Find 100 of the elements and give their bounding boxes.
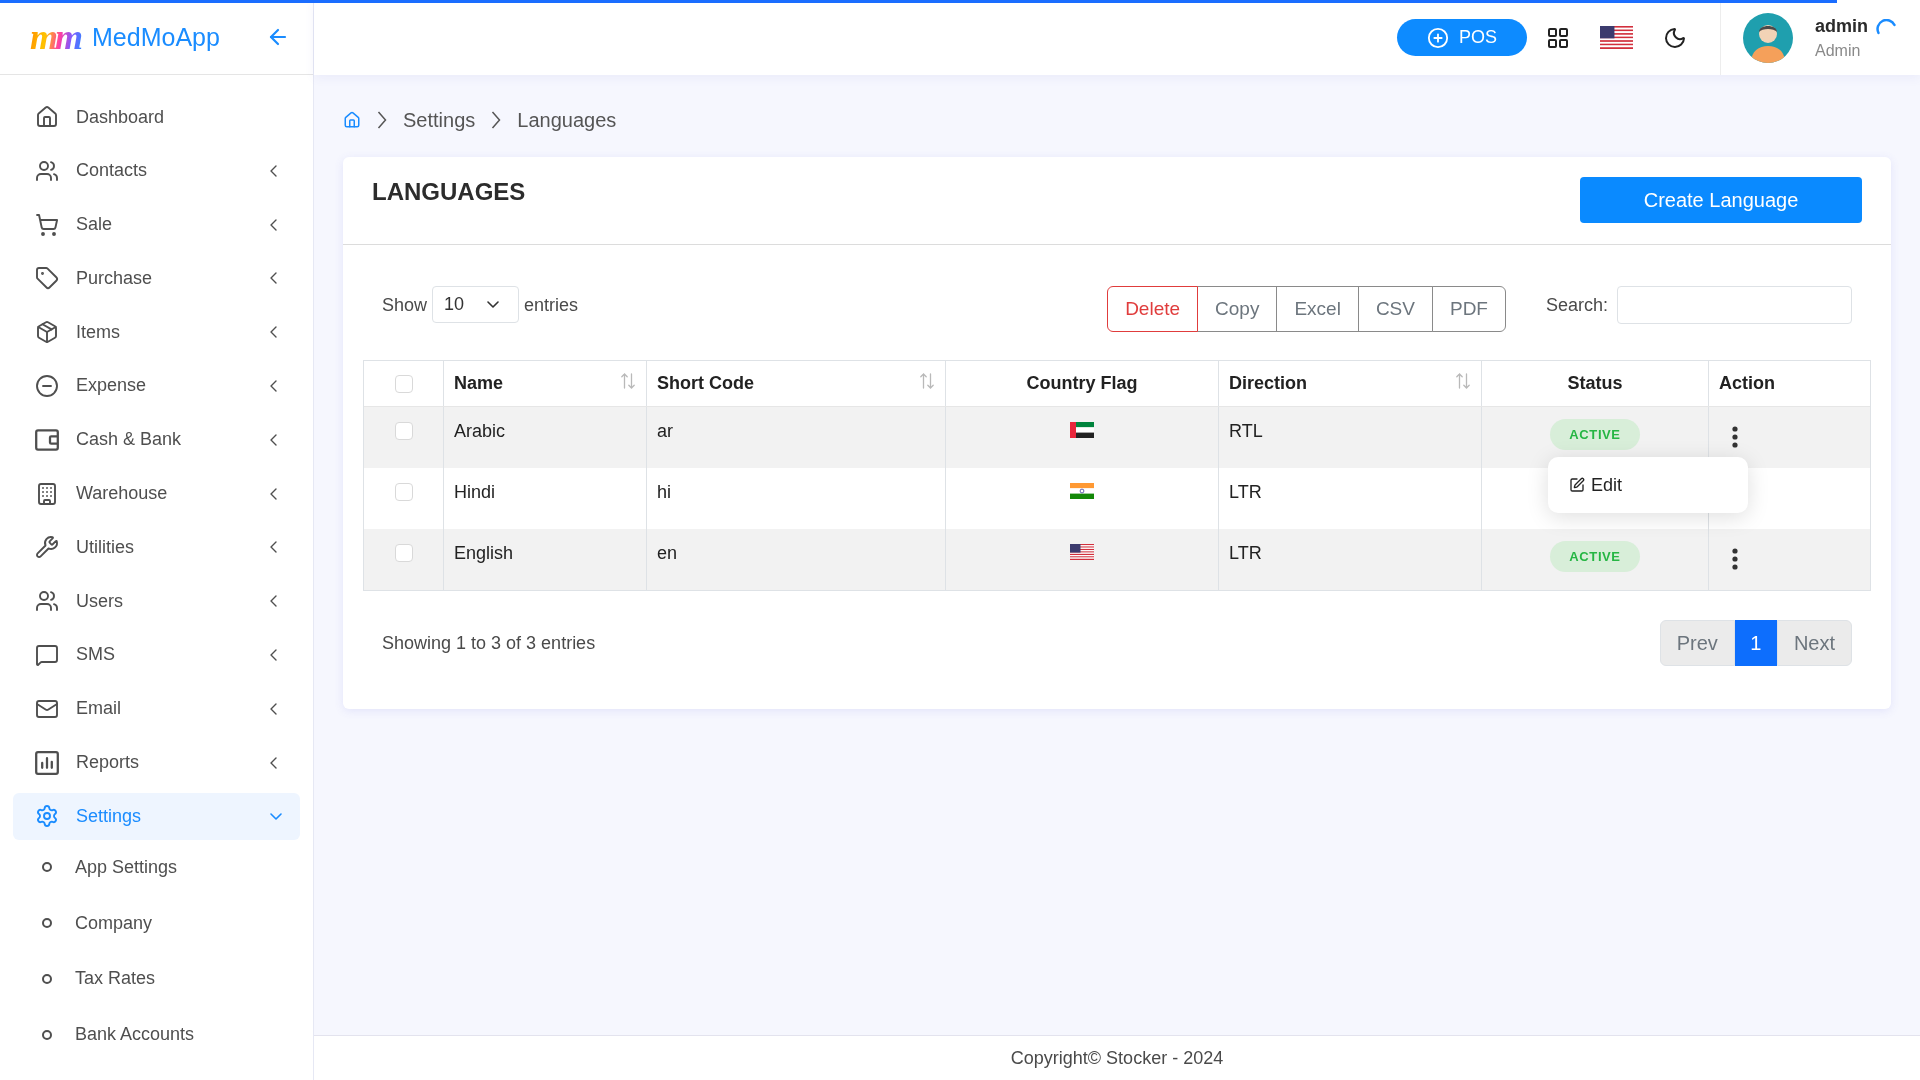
status-badge: ACTIVE	[1550, 541, 1640, 572]
sidebar-item[interactable]: Warehouse	[13, 470, 300, 518]
submenu-item[interactable]: App Settings	[13, 843, 300, 891]
us-flag-icon[interactable]	[1600, 26, 1633, 49]
page-button[interactable]: 1	[1734, 620, 1777, 666]
sidebar-item[interactable]: SMS	[13, 631, 300, 679]
uae-flag-icon	[1070, 422, 1094, 438]
minus-circle-icon	[35, 374, 59, 398]
breadcrumb-link[interactable]: Settings	[403, 108, 476, 132]
sidebar-item[interactable]: Contacts	[13, 147, 300, 195]
sidebar-item[interactable]: Cash & Bank	[13, 416, 300, 464]
column-header: Action	[1708, 361, 1871, 406]
checkbox[interactable]	[394, 544, 413, 562]
settings-icon	[35, 804, 59, 829]
sidebar-item[interactable]: Utilities	[13, 523, 300, 571]
submenu-item[interactable]: Tax Rates	[13, 955, 300, 1003]
checkbox[interactable]	[394, 374, 413, 393]
users-icon	[35, 589, 59, 614]
submenu-item[interactable]: Company	[13, 899, 300, 947]
sidebar-item[interactable]: Purchase	[13, 254, 300, 302]
chevron-left-icon	[270, 487, 277, 500]
status-badge: ACTIVE	[1550, 419, 1640, 450]
chevron-left-icon	[270, 541, 277, 554]
export-button[interactable]: PDF	[1431, 286, 1506, 332]
edit-icon	[1569, 477, 1585, 493]
app-name: MedMoApp	[92, 24, 220, 50]
circle-icon	[42, 862, 52, 873]
circle-icon	[42, 973, 52, 984]
chevron-left-icon	[270, 272, 277, 285]
column-header[interactable]: Short Code	[646, 361, 945, 406]
home-icon[interactable]	[343, 111, 361, 129]
moon-icon[interactable]	[1663, 25, 1687, 50]
sidebar-item[interactable]: Sale	[13, 201, 300, 249]
chevron-left-icon	[270, 433, 277, 446]
chevron-right-icon	[491, 111, 502, 129]
plus-circle-icon	[1426, 26, 1449, 49]
chevron-down-icon	[270, 812, 282, 820]
bar-chart-icon	[35, 750, 59, 775]
wrench-icon	[35, 535, 59, 560]
circle-icon	[42, 1029, 52, 1040]
tag-icon	[35, 266, 59, 291]
building-icon	[35, 481, 59, 506]
delete-button[interactable]: Delete	[1107, 286, 1199, 332]
entries-label: entries	[524, 294, 579, 317]
search-field[interactable]	[1617, 286, 1852, 324]
column-header: Country Flag	[945, 361, 1218, 406]
dots-icon[interactable]	[1732, 548, 1738, 570]
chevron-right-icon	[377, 111, 387, 129]
checkbox[interactable]	[394, 422, 413, 440]
chevron-left-icon	[270, 756, 277, 769]
sidebar-item[interactable]: Users	[13, 577, 300, 625]
sidebar-item[interactable]: Reports	[13, 739, 300, 787]
sidebar-item[interactable]: Items	[13, 308, 300, 356]
sidebar-item[interactable]: Dashboard	[13, 93, 300, 141]
sidebar-item[interactable]: Expense	[13, 362, 300, 410]
sort-icon[interactable]	[919, 373, 935, 389]
export-button[interactable]: Copy	[1197, 286, 1278, 332]
column-header[interactable]: Direction	[1218, 361, 1481, 406]
menu-item[interactable]: Edit	[1569, 473, 1727, 497]
sidebar-item[interactable]: Email	[13, 685, 300, 733]
chevron-left-icon	[270, 164, 277, 177]
chevron-left-icon	[270, 326, 277, 339]
copyright-text: Copyright© Stocker - 2024	[1010, 1046, 1224, 1070]
checkbox[interactable]	[394, 483, 413, 501]
chevron-left-icon	[270, 218, 277, 231]
india-flag-icon	[1070, 483, 1094, 499]
dots-icon[interactable]	[1732, 426, 1738, 448]
box-icon	[35, 320, 59, 345]
cart-icon	[35, 212, 59, 237]
table-cell: LTR	[1218, 529, 1481, 590]
table-cell: English	[443, 529, 646, 590]
chat-bubble-icon	[35, 642, 59, 667]
avatar-icon[interactable]	[1743, 12, 1793, 63]
column-header[interactable]: Name	[443, 361, 646, 406]
sort-icon[interactable]	[620, 373, 636, 389]
user-name: admin	[1815, 14, 1868, 37]
submenu-item[interactable]: Bank Accounts	[13, 1011, 300, 1059]
entries-select[interactable]: 10	[432, 286, 520, 323]
chevron-left-icon	[270, 648, 277, 661]
us-flag-icon	[1070, 544, 1094, 560]
chevron-left-icon	[270, 595, 277, 608]
user-role: Admin	[1815, 40, 1862, 61]
page-title: LANGUAGES	[372, 177, 526, 207]
export-button[interactable]: Excel	[1276, 286, 1359, 332]
grid-icon[interactable]	[1546, 25, 1570, 50]
circle-icon	[42, 918, 52, 929]
sort-icon[interactable]	[1455, 373, 1471, 389]
table-info: Showing 1 to 3 of 3 entries	[382, 631, 596, 655]
users-icon	[35, 158, 59, 183]
wallet-icon	[35, 427, 59, 452]
table-cell: en	[646, 529, 945, 590]
search-label: Search:	[1545, 294, 1608, 317]
chevron-down-icon	[487, 301, 500, 308]
chevron-left-icon	[270, 702, 277, 715]
chevron-left-icon	[270, 380, 277, 392]
show-label: Show	[382, 294, 428, 317]
breadcrumb-current: Languages	[517, 108, 617, 132]
house-icon	[35, 105, 59, 129]
column-header: Status	[1481, 361, 1708, 406]
export-button[interactable]: CSV	[1357, 286, 1433, 332]
